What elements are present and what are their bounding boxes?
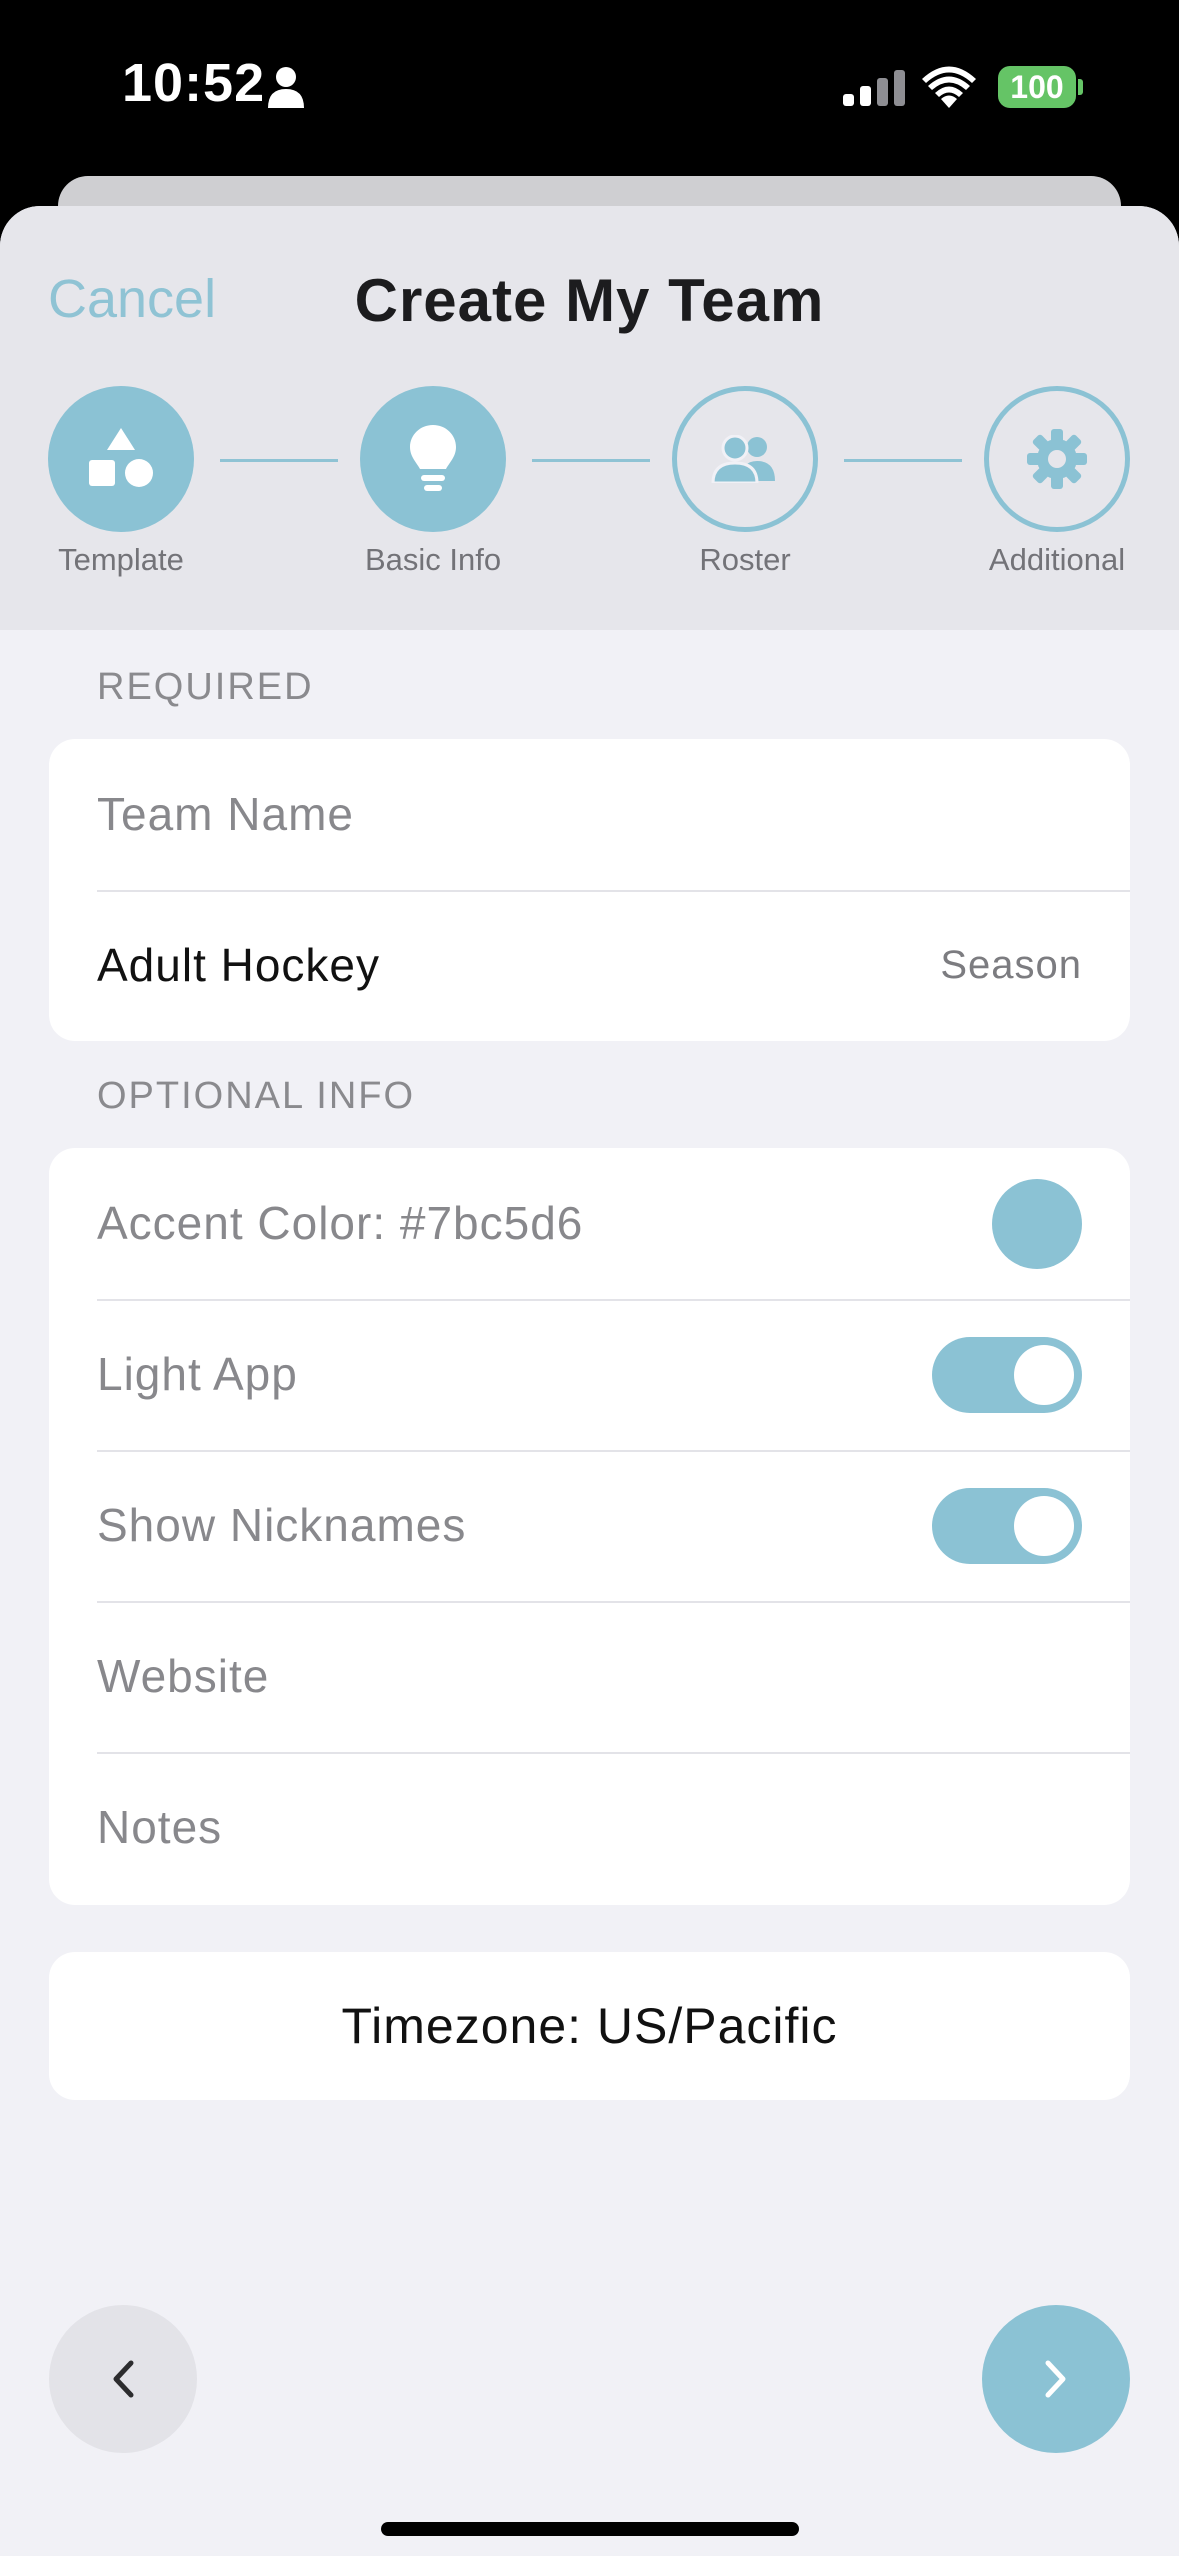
chevron-left-icon [113,2360,134,2398]
home-indicator [381,2522,799,2536]
notes-field[interactable]: Notes [49,1752,1130,1903]
people-icon [711,435,775,483]
light-app-row: Light App [49,1299,1130,1450]
show-nicknames-toggle[interactable] [932,1488,1082,1564]
step-connector [220,459,338,462]
step-connector [844,459,962,462]
step-label-basic-info: Basic Info [364,542,502,577]
person-icon [268,67,304,108]
status-bar: 10:52 100 [0,0,1179,170]
step-roster[interactable] [672,386,818,532]
battery-tip [1078,79,1083,95]
status-time: 10:52 [122,53,266,113]
cellular-signal-icon [843,70,905,106]
accent-color-label: Accent Color: #7bc5d6 [97,1197,584,1249]
website-placeholder: Website [97,1650,270,1702]
team-name-placeholder: Team Name [97,788,354,840]
next-button[interactable] [982,2305,1130,2453]
team-name-field[interactable]: Team Name [49,739,1130,890]
step-label-roster: Roster [699,542,791,577]
step-label-template: Template [58,542,184,577]
battery-indicator: 100 [998,66,1076,108]
website-field[interactable]: Website [49,1601,1130,1752]
show-nicknames-row: Show Nicknames [49,1450,1130,1601]
sport-detail: Season [940,943,1082,987]
step-label-additional: Additional [988,542,1126,577]
step-basic-info[interactable] [360,386,506,532]
back-button[interactable] [49,2305,197,2453]
chevron-right-icon [1045,2360,1066,2398]
light-app-toggle[interactable] [932,1337,1082,1413]
step-additional[interactable] [984,386,1130,532]
optional-section-label: OPTIONAL INFO [97,1075,416,1117]
timezone-button[interactable]: Timezone: US/Pacific [49,1952,1130,2100]
light-app-label: Light App [97,1348,298,1400]
create-team-sheet: Cancel Create My Team Template Basic Inf… [0,206,1179,2556]
step-template[interactable] [48,386,194,532]
lightbulb-icon [410,425,456,491]
shapes-icon [89,428,153,487]
wifi-icon [922,66,976,108]
show-nicknames-label: Show Nicknames [97,1499,467,1551]
notes-placeholder: Notes [97,1801,223,1853]
gear-icon [1027,429,1087,489]
sport-value: Adult Hockey [97,939,381,991]
toggle-knob [1014,1345,1074,1405]
required-section-label: REQUIRED [97,666,314,708]
sport-row[interactable]: Adult Hockey Season [49,890,1130,1041]
required-card: Team Name Adult Hockey Season [49,739,1130,1041]
optional-card: Accent Color: #7bc5d6 Light App Show Nic… [49,1148,1130,1905]
sheet-header: Cancel Create My Team Template Basic Inf… [0,206,1179,630]
page-title: Create My Team [354,267,825,334]
toggle-knob [1014,1496,1074,1556]
accent-color-swatch[interactable] [992,1179,1082,1269]
step-connector [532,459,650,462]
accent-color-row[interactable]: Accent Color: #7bc5d6 [49,1148,1130,1299]
